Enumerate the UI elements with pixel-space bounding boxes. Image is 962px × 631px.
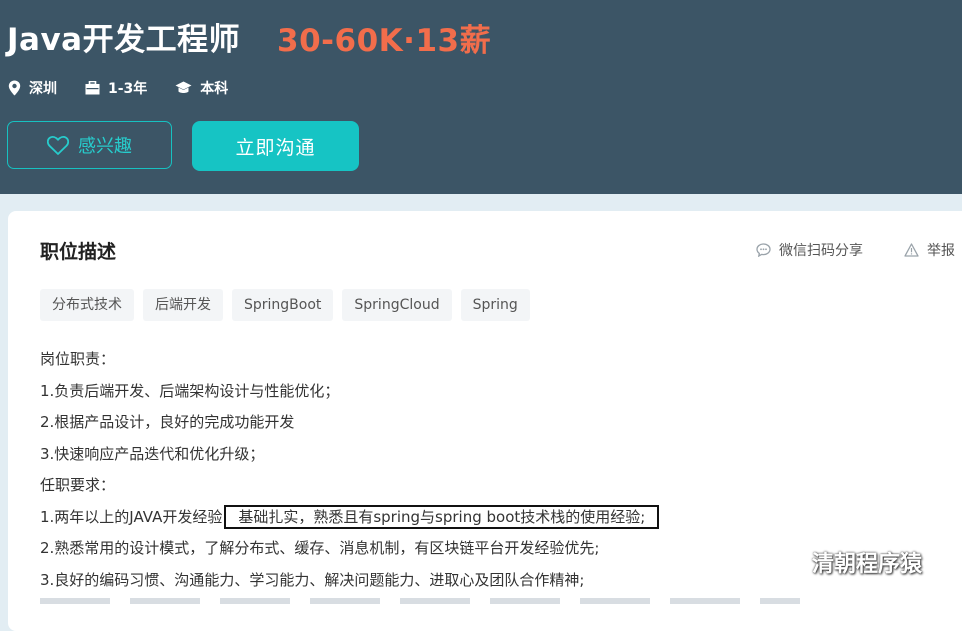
location-pin-icon bbox=[8, 80, 21, 96]
cropped-next-line bbox=[40, 598, 800, 604]
wechat-share-link[interactable]: 微信扫码分享 bbox=[756, 240, 863, 260]
skill-tag[interactable]: 分布式技术 bbox=[40, 289, 134, 321]
report-link[interactable]: 举报 bbox=[904, 240, 955, 260]
education-meta: 本科 bbox=[175, 78, 228, 98]
responsibility-item: 3.快速响应产品迭代和优化升级； bbox=[40, 444, 265, 463]
location-meta: 深圳 bbox=[8, 78, 57, 98]
job-description-body: 岗位职责： 1.负责后端开发、后端架构设计与性能优化； 2.根据产品设计，良好的… bbox=[40, 344, 660, 596]
requirement-item: 1.两年以上的JAVA开发经验 基础扎实，熟悉且有spring与spring bo… bbox=[40, 502, 660, 534]
job-header: Java开发工程师 30-60K·13薪 深圳 1-3年 本科 感兴趣 立即沟通 bbox=[0, 0, 962, 194]
briefcase-icon bbox=[85, 81, 100, 95]
graduation-cap-icon bbox=[175, 81, 192, 93]
chat-bubble-icon bbox=[756, 243, 771, 257]
requirement-item: 3.良好的编码习惯、沟通能力、学习能力、解决问题能力、进取心及团队合作精神; bbox=[40, 570, 585, 589]
education-text: 本科 bbox=[200, 81, 229, 97]
warning-icon bbox=[904, 243, 919, 257]
responsibility-item: 2.根据产品设计，良好的完成功能开发 bbox=[40, 413, 295, 431]
share-label: 微信扫码分享 bbox=[779, 243, 863, 259]
location-text: 深圳 bbox=[29, 81, 57, 97]
experience-text: 1-3年 bbox=[108, 81, 148, 97]
watermark-text: 清朝程序猿 bbox=[812, 552, 923, 577]
requirement-1-prefix: 1.两年以上的JAVA开发经验 bbox=[40, 507, 223, 526]
interest-label: 感兴趣 bbox=[78, 136, 132, 157]
interest-button[interactable]: 感兴趣 bbox=[7, 121, 172, 169]
requirements-heading: 任职要求： bbox=[40, 476, 116, 494]
job-title: Java开发工程师 bbox=[7, 22, 241, 58]
requirement-item: 2.熟悉常用的设计模式，了解分布式、缓存、消息机制，有区块链平台开发经验优先; bbox=[40, 539, 600, 557]
section-title: 职位描述 bbox=[40, 241, 117, 263]
skill-tags: 分布式技术 后端开发 SpringBoot SpringCloud Spring bbox=[40, 289, 539, 321]
skill-tag[interactable]: Spring bbox=[460, 289, 530, 321]
responsibilities-heading: 岗位职责： bbox=[40, 350, 116, 368]
chat-now-button[interactable]: 立即沟通 bbox=[192, 121, 359, 171]
skill-tag[interactable]: SpringBoot bbox=[232, 289, 334, 321]
wechat-logo-icon bbox=[764, 547, 802, 577]
experience-meta: 1-3年 bbox=[85, 78, 147, 98]
skill-tag[interactable]: SpringCloud bbox=[342, 289, 452, 321]
job-meta: 深圳 1-3年 本科 bbox=[8, 78, 256, 98]
responsibility-item: 1.负责后端开发、后端架构设计与性能优化； bbox=[40, 381, 340, 400]
skill-tag[interactable]: 后端开发 bbox=[143, 289, 223, 321]
report-label: 举报 bbox=[927, 243, 955, 259]
heart-icon bbox=[47, 135, 69, 155]
highlighted-requirement: 基础扎实，熟悉且有spring与spring boot技术栈的使用经验; bbox=[224, 504, 660, 529]
salary: 30-60K·13薪 bbox=[277, 23, 492, 59]
watermark: 清朝程序猿 bbox=[764, 546, 922, 578]
